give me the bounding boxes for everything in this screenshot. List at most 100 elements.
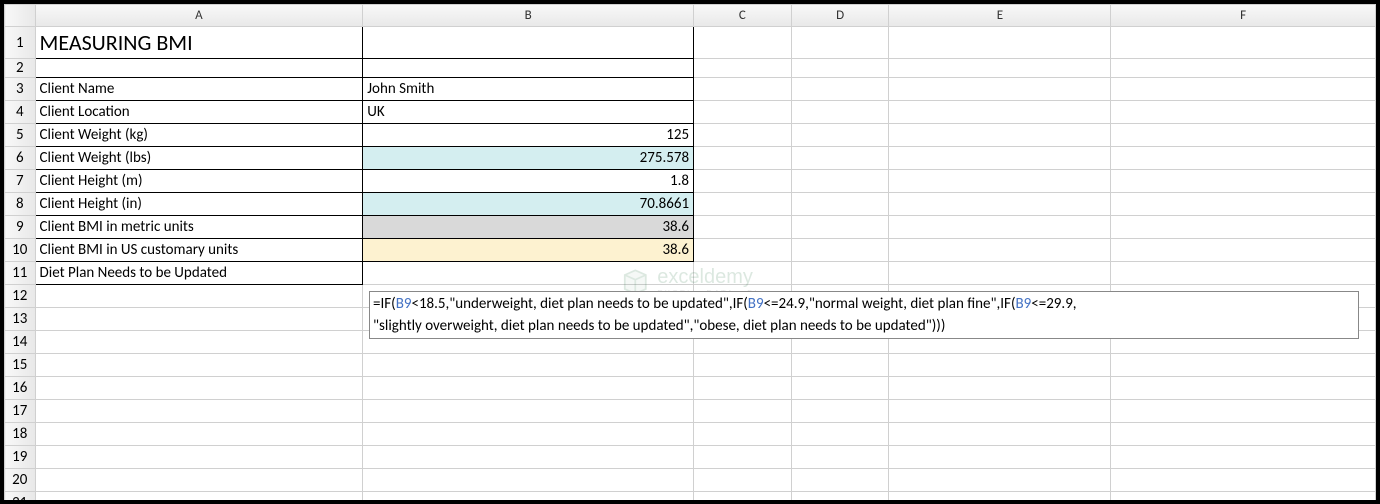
row-header-17[interactable]: 17 bbox=[5, 400, 36, 423]
cell-b7[interactable]: 1.8 bbox=[363, 170, 694, 193]
cell-f2[interactable] bbox=[1111, 59, 1376, 78]
column-header-e[interactable]: E bbox=[889, 5, 1111, 27]
row-header-15[interactable]: 15 bbox=[5, 354, 36, 377]
cell-f7[interactable] bbox=[1111, 170, 1376, 193]
row-header-14[interactable]: 14 bbox=[5, 331, 36, 354]
cell-f6[interactable] bbox=[1111, 147, 1376, 170]
cell-f3[interactable] bbox=[1111, 78, 1376, 101]
cell-d5[interactable] bbox=[791, 124, 889, 147]
cell-b1[interactable] bbox=[363, 27, 694, 59]
cell-e11[interactable] bbox=[889, 262, 1111, 285]
row-header-11[interactable]: 11 bbox=[5, 262, 36, 285]
row-header-3[interactable]: 3 bbox=[5, 78, 36, 101]
cell-c11[interactable] bbox=[694, 262, 792, 285]
row-header-10[interactable]: 10 bbox=[5, 239, 36, 262]
cell-b5[interactable]: 125 bbox=[363, 124, 694, 147]
cell-d6[interactable] bbox=[791, 147, 889, 170]
cell-a6[interactable]: Client Weight (lbs) bbox=[35, 147, 363, 170]
cell-a11[interactable]: Diet Plan Needs to be Updated bbox=[35, 262, 363, 285]
cell-c7[interactable] bbox=[694, 170, 792, 193]
cell-c1[interactable] bbox=[694, 27, 792, 59]
row-header-19[interactable]: 19 bbox=[5, 446, 36, 469]
cell-b11[interactable] bbox=[363, 262, 694, 285]
cell-a8[interactable]: Client Height (in) bbox=[35, 193, 363, 216]
row-6: 6 Client Weight (lbs) 275.578 bbox=[5, 147, 1376, 170]
cell-f10[interactable] bbox=[1111, 239, 1376, 262]
formula-edit-overlay[interactable]: =IF(B9<18.5,"underweight, diet plan need… bbox=[369, 291, 1359, 339]
cell-d10[interactable] bbox=[791, 239, 889, 262]
row-10: 10 Client BMI in US customary units 38.6 bbox=[5, 239, 1376, 262]
cell-b4[interactable]: UK bbox=[363, 101, 694, 124]
spreadsheet-grid[interactable]: A B C D E F 1 MEASURING BMI 2 bbox=[4, 4, 1376, 500]
row-header-1[interactable]: 1 bbox=[5, 27, 36, 59]
select-all-corner[interactable] bbox=[5, 5, 36, 27]
cell-b10[interactable]: 38.6 bbox=[363, 239, 694, 262]
cell-c3[interactable] bbox=[694, 78, 792, 101]
row-header-5[interactable]: 5 bbox=[5, 124, 36, 147]
cell-f11[interactable] bbox=[1111, 262, 1376, 285]
cell-d3[interactable] bbox=[791, 78, 889, 101]
cell-c8[interactable] bbox=[694, 193, 792, 216]
cell-a9[interactable]: Client BMI in metric units bbox=[35, 216, 363, 239]
cell-e9[interactable] bbox=[889, 216, 1111, 239]
row-header-4[interactable]: 4 bbox=[5, 101, 36, 124]
row-header-8[interactable]: 8 bbox=[5, 193, 36, 216]
column-header-a[interactable]: A bbox=[35, 5, 363, 27]
cell-a12[interactable] bbox=[35, 285, 363, 308]
cell-d9[interactable] bbox=[791, 216, 889, 239]
cell-a3[interactable]: Client Name bbox=[35, 78, 363, 101]
cell-d11[interactable] bbox=[791, 262, 889, 285]
cell-e7[interactable] bbox=[889, 170, 1111, 193]
cell-b3[interactable]: John Smith bbox=[363, 78, 694, 101]
cell-c10[interactable] bbox=[694, 239, 792, 262]
cell-c9[interactable] bbox=[694, 216, 792, 239]
cell-e6[interactable] bbox=[889, 147, 1111, 170]
cell-b8[interactable]: 70.8661 bbox=[363, 193, 694, 216]
cell-b6[interactable]: 275.578 bbox=[363, 147, 694, 170]
cell-b9[interactable]: 38.6 bbox=[363, 216, 694, 239]
row-header-6[interactable]: 6 bbox=[5, 147, 36, 170]
cell-f5[interactable] bbox=[1111, 124, 1376, 147]
cell-f1[interactable] bbox=[1111, 27, 1376, 59]
cell-d7[interactable] bbox=[791, 170, 889, 193]
row-header-12[interactable]: 12 bbox=[5, 285, 36, 308]
cell-e5[interactable] bbox=[889, 124, 1111, 147]
cell-e3[interactable] bbox=[889, 78, 1111, 101]
cell-d4[interactable] bbox=[791, 101, 889, 124]
cell-a4[interactable]: Client Location bbox=[35, 101, 363, 124]
row-header-18[interactable]: 18 bbox=[5, 423, 36, 446]
column-header-b[interactable]: B bbox=[363, 5, 694, 27]
cell-a10[interactable]: Client BMI in US customary units bbox=[35, 239, 363, 262]
cell-c4[interactable] bbox=[694, 101, 792, 124]
row-header-13[interactable]: 13 bbox=[5, 308, 36, 331]
row-header-20[interactable]: 20 bbox=[5, 469, 36, 492]
cell-a2[interactable] bbox=[35, 59, 363, 78]
cell-c6[interactable] bbox=[694, 147, 792, 170]
cell-e4[interactable] bbox=[889, 101, 1111, 124]
cell-d2[interactable] bbox=[791, 59, 889, 78]
cell-b2[interactable] bbox=[363, 59, 694, 78]
cell-c5[interactable] bbox=[694, 124, 792, 147]
cell-c2[interactable] bbox=[694, 59, 792, 78]
row-header-21[interactable]: 21 bbox=[5, 492, 36, 501]
cell-e8[interactable] bbox=[889, 193, 1111, 216]
cell-f9[interactable] bbox=[1111, 216, 1376, 239]
cell-f8[interactable] bbox=[1111, 193, 1376, 216]
column-header-c[interactable]: C bbox=[694, 5, 792, 27]
cell-e2[interactable] bbox=[889, 59, 1111, 78]
column-header-f[interactable]: F bbox=[1111, 5, 1376, 27]
cell-a5[interactable]: Client Weight (kg) bbox=[35, 124, 363, 147]
cell-d8[interactable] bbox=[791, 193, 889, 216]
row-header-9[interactable]: 9 bbox=[5, 216, 36, 239]
row-header-7[interactable]: 7 bbox=[5, 170, 36, 193]
cell-a7[interactable]: Client Height (m) bbox=[35, 170, 363, 193]
cell-e1[interactable] bbox=[889, 27, 1111, 59]
column-header-d[interactable]: D bbox=[791, 5, 889, 27]
row-17: 17 bbox=[5, 400, 1376, 423]
row-header-16[interactable]: 16 bbox=[5, 377, 36, 400]
cell-d1[interactable] bbox=[791, 27, 889, 59]
cell-e10[interactable] bbox=[889, 239, 1111, 262]
cell-a1[interactable]: MEASURING BMI bbox=[35, 27, 363, 59]
row-header-2[interactable]: 2 bbox=[5, 59, 36, 78]
cell-f4[interactable] bbox=[1111, 101, 1376, 124]
